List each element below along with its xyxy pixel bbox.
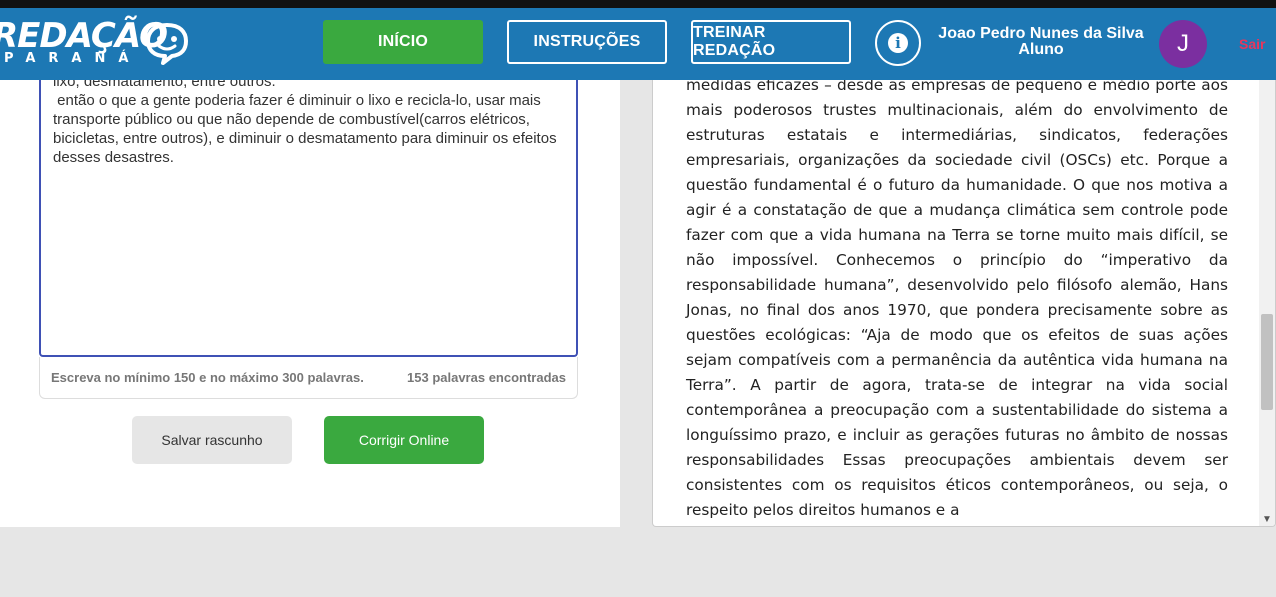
header: REDAÇÃO PARANÁ INÍCIO INSTRUÇÕES TREINAR…: [0, 8, 1276, 80]
nav-inicio-button[interactable]: INÍCIO: [323, 20, 483, 64]
scroll-down-icon[interactable]: ▼: [1262, 514, 1272, 525]
logo[interactable]: REDAÇÃO PARANÁ: [0, 16, 188, 66]
reference-text-panel: medidas eficazes – desde as empresas de …: [652, 80, 1276, 527]
correct-online-button[interactable]: Corrigir Online: [324, 416, 484, 464]
user-role: Aluno: [1018, 41, 1064, 58]
logout-link[interactable]: Sair: [1239, 36, 1265, 52]
info-icon: i: [888, 33, 908, 53]
reference-text: medidas eficazes – desde as empresas de …: [686, 80, 1228, 523]
nav-treinar-redacao-button[interactable]: TREINAR REDAÇÃO: [691, 20, 851, 64]
top-strip: [0, 0, 1276, 8]
nav-instrucoes-button[interactable]: INSTRUÇÕES: [507, 20, 667, 64]
essay-text[interactable]: lixo, desmatamento, entre outros. então …: [53, 80, 563, 167]
chat-bubble-icon: [146, 23, 188, 65]
scrollbar-thumb[interactable]: [1261, 314, 1273, 410]
user-info: Joao Pedro Nunes da Silva Aluno: [930, 26, 1152, 58]
logo-text: REDAÇÃO: [0, 16, 168, 56]
save-draft-button[interactable]: Salvar rascunho: [132, 416, 292, 464]
info-button[interactable]: i: [875, 20, 921, 66]
editor-footer: Escreva no mínimo 150 e no máximo 300 pa…: [39, 357, 578, 399]
user-name: Joao Pedro Nunes da Silva: [938, 25, 1144, 42]
editor-panel: lixo, desmatamento, entre outros. então …: [0, 80, 620, 527]
reference-paragraph: medidas eficazes – desde as empresas de …: [686, 80, 1228, 519]
word-count: 153 palavras encontradas: [407, 370, 566, 385]
scrollbar[interactable]: ▼: [1259, 80, 1275, 526]
word-limit-hint: Escreva no mínimo 150 e no máximo 300 pa…: [51, 370, 364, 385]
essay-textarea[interactable]: lixo, desmatamento, entre outros. então …: [39, 80, 578, 357]
avatar[interactable]: J: [1159, 20, 1207, 68]
